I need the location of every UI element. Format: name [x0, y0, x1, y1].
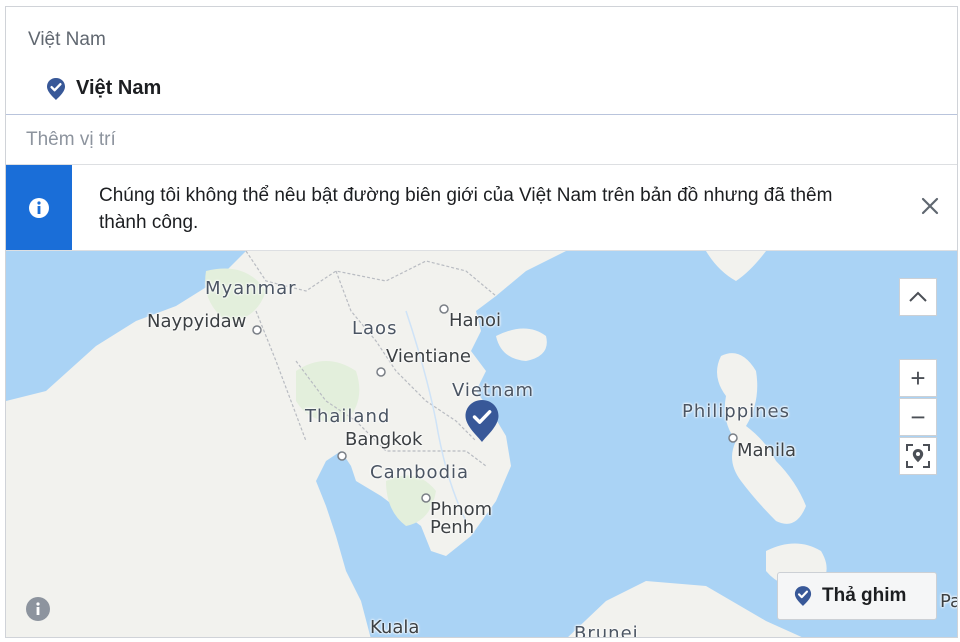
map-label-brunei: Brunei [574, 623, 639, 638]
zoom-out-button[interactable]: − [899, 398, 937, 436]
map-label-thailand: Thailand [305, 406, 391, 427]
map-label-kuala: Kuala [370, 617, 420, 638]
selected-location[interactable]: Việt Nam [46, 77, 161, 100]
selected-location-name: Việt Nam [76, 77, 162, 99]
zoom-in-button[interactable]: + [899, 359, 937, 397]
locate-icon [906, 444, 930, 468]
map-pin-check-icon [47, 77, 65, 100]
add-location-field[interactable] [6, 114, 957, 165]
map-label-laos: Laos [352, 318, 398, 339]
add-location-input[interactable] [24, 128, 828, 152]
map-label-myanmar: Myanmar [205, 278, 297, 299]
map-label-cambodia: Cambodia [370, 462, 470, 483]
map-label-hanoi: Hanoi [449, 310, 501, 331]
map-pin-check-icon [794, 586, 812, 606]
drop-pin-button[interactable]: Thả ghim [777, 572, 937, 620]
plus-icon: + [910, 363, 926, 393]
chevron-up-icon [909, 291, 927, 302]
info-icon [36, 602, 40, 615]
collapse-map-button[interactable] [899, 278, 937, 316]
map-label-pa: Pa [940, 591, 957, 612]
map-view[interactable]: Myanmar Naypyidaw Laos Hanoi Vientiane V… [6, 251, 957, 638]
location-label: Việt Nam [28, 29, 106, 50]
map-label-vietnam: Vietnam [452, 380, 535, 401]
close-notice-button[interactable] [915, 191, 945, 221]
info-notice-message: Chúng tôi không thể nêu bật đường biên g… [99, 185, 833, 233]
map-marker-check-icon [465, 400, 499, 442]
map-label-philippines: Philippines [682, 401, 790, 422]
info-notice: Chúng tôi không thể nêu bật đường biên g… [6, 165, 957, 251]
map-info-button[interactable] [26, 597, 50, 621]
location-header: Việt Nam Việt Nam [6, 7, 957, 114]
minus-icon: − [910, 402, 926, 432]
map-label-manila: Manila [737, 440, 797, 461]
locate-button[interactable] [899, 437, 937, 475]
location-panel: Việt Nam Việt Nam Chúng tôi không thể nê… [5, 6, 958, 638]
map-label-vientiane: Vientiane [386, 346, 471, 367]
map-label-naypyidaw: Naypyidaw [147, 311, 247, 332]
info-icon [29, 197, 49, 218]
map-label-bangkok: Bangkok [345, 429, 423, 450]
info-notice-bar [6, 165, 72, 250]
map-label-penh: Penh [430, 517, 475, 538]
close-icon [921, 197, 939, 215]
drop-pin-label: Thả ghim [822, 585, 907, 606]
